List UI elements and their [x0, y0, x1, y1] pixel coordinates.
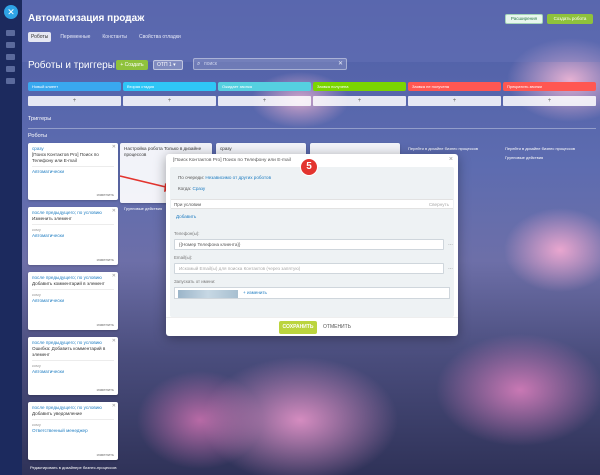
change-user-label: изменить [246, 290, 267, 295]
robot-settings-dialog: [Поиск Контактов Pro] Поиск по Телефону … [166, 154, 458, 336]
save-button[interactable]: СОХРАНИТЬ [279, 321, 317, 334]
more-icon[interactable]: … [448, 264, 453, 273]
collapse-link[interactable]: Свернуть [429, 202, 449, 207]
phone-field[interactable]: {{Номер Телефона клиента}} … [174, 239, 453, 250]
cancel-button[interactable]: ОТМЕНИТЬ [323, 321, 351, 334]
queue-value[interactable]: Независимо от других роботов [205, 175, 271, 180]
run-as-field[interactable]: + изменить [174, 287, 450, 299]
email-field[interactable]: Искомый Email(ы) для поиска Контактов (ч… [174, 263, 453, 274]
dialog-title: [Поиск Контактов Pro] Поиск по Телефону … [173, 158, 291, 163]
add-condition-link[interactable]: Добавить [176, 214, 196, 219]
when-value[interactable]: Сразу [193, 186, 206, 191]
run-as-label: Запускать от имени: [174, 279, 216, 284]
phone-label: Телефон(ы): [174, 231, 200, 236]
queue-row: По очереди: Независимо от других роботов [178, 175, 271, 180]
when-row: Когда: Сразу [178, 186, 205, 191]
email-placeholder: Искомый Email(ы) для поиска Контактов (ч… [179, 266, 301, 271]
more-icon[interactable]: … [448, 240, 453, 249]
condition-section: При условии Свернуть [171, 199, 453, 209]
queue-label: По очереди: [178, 175, 205, 180]
when-label: Когда: [178, 186, 192, 191]
step-badge: 5 [300, 158, 318, 176]
close-icon[interactable]: × [449, 156, 453, 163]
condition-label: При условии [174, 202, 202, 207]
user-name-blurred [178, 290, 238, 298]
change-user-link[interactable]: + изменить [243, 290, 267, 295]
dialog-footer: СОХРАНИТЬ ОТМЕНИТЬ [166, 317, 458, 336]
email-label: Email(ы): [174, 255, 193, 260]
phone-value: {{Номер Телефона клиента}} [179, 242, 241, 247]
